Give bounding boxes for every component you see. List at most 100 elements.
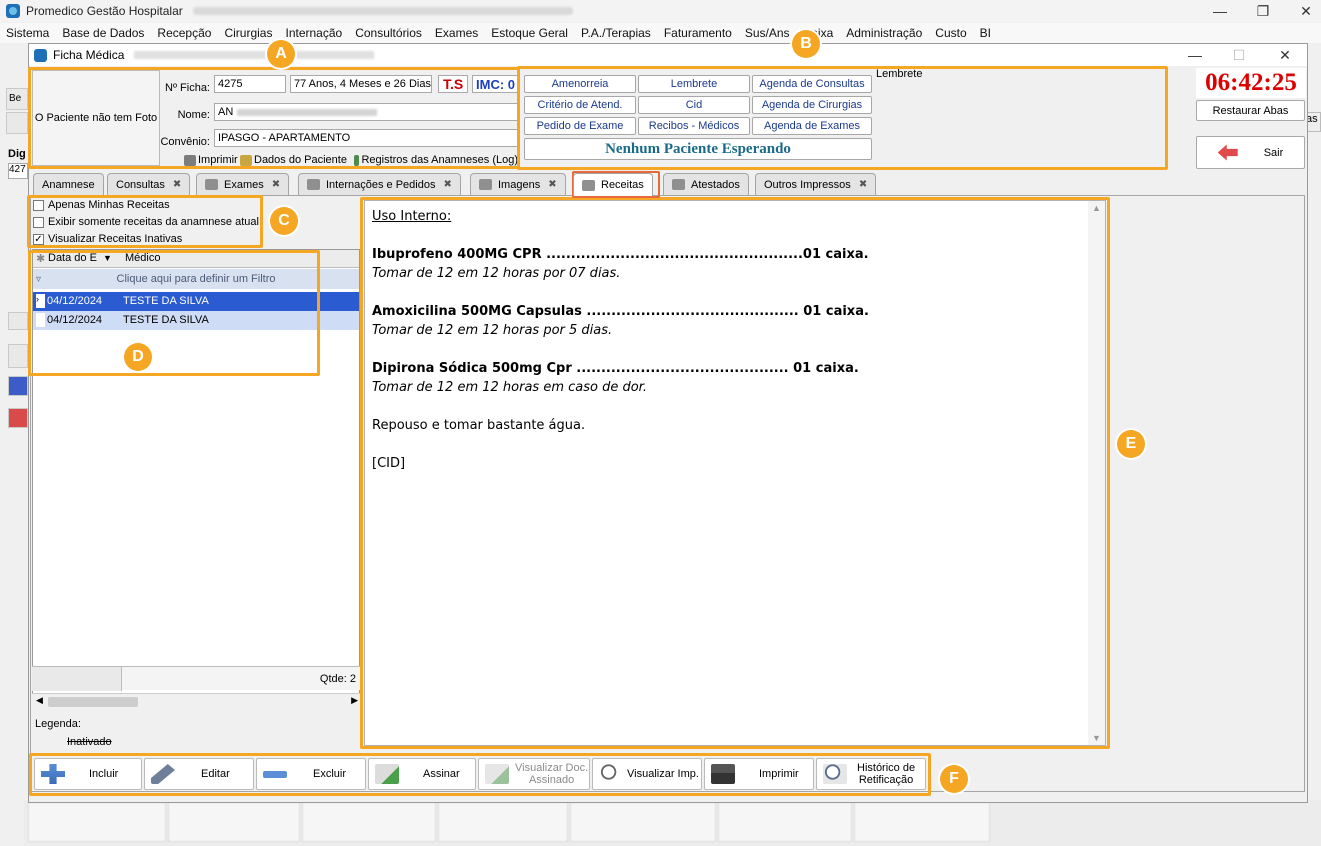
child-close-button[interactable]: ✕ xyxy=(1265,44,1305,66)
bg-bottom-btn-2[interactable] xyxy=(168,802,300,842)
tab-4[interactable]: Imagens ✖ xyxy=(470,173,566,195)
tab-2[interactable]: Exames ✖ xyxy=(196,173,290,195)
bg-bottom-btn-1[interactable] xyxy=(28,802,166,842)
bg-bottom-btn-5[interactable] xyxy=(570,802,716,842)
patient-data-icon xyxy=(240,154,252,166)
sort-down-icon[interactable]: ▼ xyxy=(103,253,112,263)
menu-item-7[interactable]: Estoque Geral xyxy=(491,26,568,40)
tab-label-1: Consultas xyxy=(116,178,165,191)
bg-side-icon-3[interactable] xyxy=(8,376,28,396)
grid-header: ✱ Data do E ▼ Médico xyxy=(33,250,359,268)
bg-side-icon-1[interactable] xyxy=(8,312,28,330)
incluir-button[interactable]: Incluir xyxy=(34,758,142,790)
shortcut-button-2-0[interactable]: Pedido de Exame xyxy=(524,117,636,135)
filter-checkbox-row-2[interactable]: ✓ Visualizar Receitas Inativas xyxy=(33,231,182,247)
tab-6[interactable]: Atestados xyxy=(663,173,749,195)
imprimir-button[interactable]: Imprimir xyxy=(704,758,814,790)
col-medico-header[interactable]: Médico xyxy=(125,252,160,264)
shortcut-button-0-1[interactable]: Lembrete xyxy=(638,75,750,93)
visualizar-doc-assinado-button[interactable]: Visualizar Doc. Assinado xyxy=(478,758,590,790)
child-maximize-button[interactable]: ☐ xyxy=(1219,44,1259,66)
menu-item-4[interactable]: Internação xyxy=(285,26,342,40)
scroll-up-icon[interactable]: ▲ xyxy=(1092,203,1101,213)
bg-bottom-btn-4[interactable] xyxy=(438,802,568,842)
shortcut-button-1-1[interactable]: Cid xyxy=(638,96,750,114)
scroll-thumb[interactable] xyxy=(48,697,138,707)
checkbox-1[interactable] xyxy=(33,216,44,228)
scroll-left-icon[interactable]: ◀ xyxy=(36,695,43,706)
shortcut-button-2-2[interactable]: Agenda de Exames xyxy=(752,117,872,135)
bg-bottom-btn-6[interactable] xyxy=(718,802,852,842)
table-row[interactable]: › 04/12/2024 TESTE DA SILVA xyxy=(33,292,359,311)
assinar-button[interactable]: Assinar xyxy=(368,758,476,790)
col-date-header[interactable]: Data do E xyxy=(48,252,97,264)
visualizar-imp-button[interactable]: Visualizar Imp. xyxy=(592,758,702,790)
pencil-icon xyxy=(151,764,175,784)
tab-close-icon-3[interactable]: ✖ xyxy=(443,179,451,190)
tab-3[interactable]: Internações e Pedidos ✖ xyxy=(298,173,461,195)
imprimir-link[interactable]: Imprimir xyxy=(184,152,238,168)
table-row[interactable]: 04/12/2024 TESTE DA SILVA xyxy=(33,311,359,330)
dados-paciente-link[interactable]: Dados do Paciente xyxy=(240,152,347,168)
editar-button[interactable]: Editar xyxy=(144,758,254,790)
tab-5[interactable]: Receitas xyxy=(573,173,653,196)
tab-close-icon-1[interactable]: ✖ xyxy=(173,179,181,190)
menu-item-2[interactable]: Recepção xyxy=(157,26,211,40)
child-minimize-button[interactable]: — xyxy=(1175,44,1215,66)
menu-item-13[interactable]: Custo xyxy=(935,26,966,40)
tab-close-icon-4[interactable]: ✖ xyxy=(548,179,556,190)
excluir-button[interactable]: Excluir xyxy=(256,758,366,790)
restaurar-abas-button[interactable]: Restaurar Abas xyxy=(1196,100,1305,121)
close-button[interactable]: ✕ xyxy=(1286,0,1321,22)
filter-checkbox-row-1[interactable]: Exibir somente receitas da anamnese atua… xyxy=(33,214,259,230)
shortcut-button-0-0[interactable]: Amenorreia xyxy=(524,75,636,93)
restore-button[interactable]: ❐ xyxy=(1243,0,1283,22)
waiting-patients-button[interactable]: Nenhum Paciente Esperando xyxy=(524,138,872,160)
shortcut-button-0-2[interactable]: Agenda de Consultas xyxy=(752,75,872,93)
tab-7[interactable]: Outros Impressos ✖ xyxy=(755,173,877,195)
menu-item-0[interactable]: Sistema xyxy=(6,26,49,40)
doc-vscrollbar[interactable]: ▲ ▼ xyxy=(1088,201,1105,745)
checkbox-0[interactable] xyxy=(33,199,44,211)
filter-checkbox-row-0[interactable]: Apenas Minhas Receitas xyxy=(33,197,170,213)
grid-hscrollbar[interactable]: ◀ ▶ xyxy=(32,693,360,709)
menu-item-1[interactable]: Base de Dados xyxy=(62,26,144,40)
name-field[interactable]: AN xyxy=(214,103,518,121)
menu-item-5[interactable]: Consultórios xyxy=(355,26,422,40)
menu-item-8[interactable]: P.A./Terapias xyxy=(581,26,651,40)
checkbox-2[interactable]: ✓ xyxy=(33,233,44,245)
minimize-button[interactable]: — xyxy=(1200,0,1240,22)
grid-filter-row[interactable]: ▿ Clique aqui para definir um Filtro xyxy=(33,269,359,289)
scroll-down-icon[interactable]: ▼ xyxy=(1092,733,1101,743)
menu-item-12[interactable]: Administração xyxy=(846,26,922,40)
bg-label-dig: Dig xyxy=(8,148,26,160)
menu-item-9[interactable]: Faturamento xyxy=(664,26,732,40)
tab-close-icon-2[interactable]: ✖ xyxy=(272,179,280,190)
bg-bottom-btn-7[interactable] xyxy=(854,802,990,842)
shortcut-button-2-1[interactable]: Recibos - Médicos xyxy=(638,117,750,135)
imprimir-label: Imprimir xyxy=(198,154,238,166)
shortcut-button-1-0[interactable]: Critério de Atend. xyxy=(524,96,636,114)
tab-1[interactable]: Consultas ✖ xyxy=(107,173,191,195)
ficha-field[interactable]: 4275 xyxy=(214,75,286,93)
tab-0[interactable]: Anamnese xyxy=(33,173,104,195)
shortcut-button-1-2[interactable]: Agenda de Cirurgias xyxy=(752,96,872,114)
tab-close-icon-7[interactable]: ✖ xyxy=(859,179,867,190)
menu-item-10[interactable]: Sus/Ans xyxy=(745,26,790,40)
bg-bottom-btn-3[interactable] xyxy=(302,802,436,842)
historico-retificacao-button[interactable]: Histórico de Retificação xyxy=(816,758,926,790)
lembrete-panel: Lembrete xyxy=(874,66,1166,166)
bg-tab-fragment: Be xyxy=(6,88,28,110)
menu-item-6[interactable]: Exames xyxy=(435,26,478,40)
bg-side-icon-4[interactable] xyxy=(8,408,28,428)
menu-item-3[interactable]: Cirurgias xyxy=(224,26,272,40)
receita-document[interactable]: Uso Interno: Ibuprofeno 400MG CPR ......… xyxy=(364,200,1106,746)
menu-item-14[interactable]: BI xyxy=(980,26,991,40)
registros-link[interactable]: Registros das Anamneses (Log) xyxy=(354,152,518,168)
scroll-right-icon[interactable]: ▶ xyxy=(351,695,358,706)
bg-side-icon-2[interactable] xyxy=(8,344,28,368)
sair-button[interactable]: Sair xyxy=(1196,136,1305,169)
convenio-field[interactable]: IPASGO - APARTAMENTO xyxy=(214,129,518,147)
grid-select-all-icon[interactable]: ✱ xyxy=(36,252,45,265)
assinar-label: Assinar xyxy=(423,768,460,780)
